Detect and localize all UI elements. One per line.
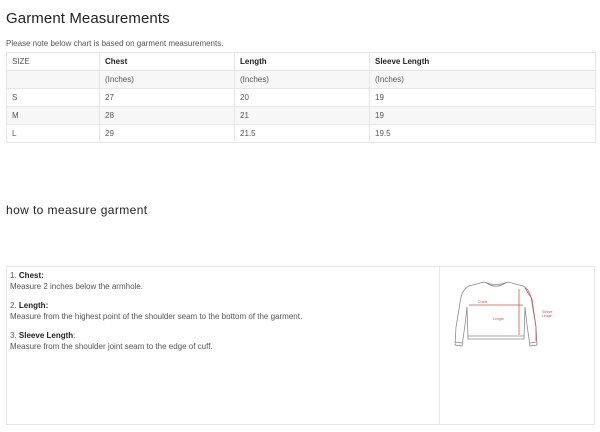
table-cell: L xyxy=(6,124,100,143)
instruction-text: Measure from the highest point of the sh… xyxy=(10,312,303,321)
table-cell: 19 xyxy=(369,88,596,107)
length-diagram-label: Length xyxy=(493,317,504,321)
instruction-length: 2. Length: Measure from the highest poin… xyxy=(10,300,436,322)
instruction-text: Measure 2 inches below the armhole. xyxy=(10,282,143,291)
chart-note: Please note below chart is based on garm… xyxy=(6,39,224,48)
instruction-number: 3. xyxy=(10,331,17,340)
table-cell: 20 xyxy=(234,88,370,107)
table-header-row: SIZE Chest Length Sleeve Length xyxy=(6,52,596,71)
instruction-number: 1. xyxy=(10,271,17,280)
unit-cell: (Inches) xyxy=(234,70,370,89)
instruction-text: Measure from the shoulder joint seam to … xyxy=(10,342,213,351)
instruction-colon: : xyxy=(45,301,49,310)
table-cell: 21.5 xyxy=(234,124,370,143)
garment-diagram-panel: Chest Length Sleeve Length xyxy=(441,267,594,424)
table-cell: S xyxy=(6,88,100,107)
table-cell: 27 xyxy=(99,88,235,107)
unit-cell: (Inches) xyxy=(369,70,596,89)
instruction-number: 2. xyxy=(10,301,17,310)
instruction-colon: : xyxy=(41,271,44,280)
sleeve-diagram-label-line2: Length xyxy=(542,314,552,318)
table-cell: 19 xyxy=(369,106,596,125)
column-header-sleeve-length: Sleeve Length xyxy=(369,52,596,71)
table-row: L 29 21.5 19.5 xyxy=(6,124,596,143)
unit-cell xyxy=(6,70,100,89)
chest-diagram-label: Chest xyxy=(478,300,487,304)
table-row: S 27 20 19 xyxy=(6,88,596,107)
section-title: how to measure garment xyxy=(6,203,148,217)
instruction-label: Length xyxy=(18,301,46,310)
table-row: M 28 21 19 xyxy=(6,106,596,125)
instruction-label: Chest xyxy=(18,271,42,280)
column-header-size: SIZE xyxy=(6,52,100,71)
instruction-sleeve-length: 3. Sleeve Length: Measure from the shoul… xyxy=(10,330,436,352)
instruction-label: Sleeve Length xyxy=(18,331,74,340)
table-cell: 28 xyxy=(99,106,235,125)
page-title: Garment Measurements xyxy=(6,10,170,27)
measure-guide: 1. Chest: Measure 2 inches below the arm… xyxy=(6,266,595,425)
sleeve-measure-line xyxy=(524,287,537,341)
unit-cell: (Inches) xyxy=(99,70,235,89)
table-units-row: (Inches) (Inches) (Inches) xyxy=(6,70,596,89)
table-cell: 29 xyxy=(99,124,235,143)
sleeve-diagram-label: Sleeve Length xyxy=(542,310,553,318)
sweater-outline xyxy=(454,281,538,347)
table-cell: 21 xyxy=(234,106,370,125)
size-chart-table: SIZE Chest Length Sleeve Length (Inches)… xyxy=(6,52,596,143)
sweater-diagram: Chest Length Sleeve Length xyxy=(454,281,553,347)
instructions-panel: 1. Chest: Measure 2 inches below the arm… xyxy=(7,267,440,424)
table-cell: 19.5 xyxy=(369,124,596,143)
column-header-length: Length xyxy=(234,52,370,71)
instruction-colon: : xyxy=(73,331,76,340)
column-header-chest: Chest xyxy=(99,52,235,71)
table-cell: M xyxy=(6,106,100,125)
instruction-chest: 1. Chest: Measure 2 inches below the arm… xyxy=(10,270,436,292)
